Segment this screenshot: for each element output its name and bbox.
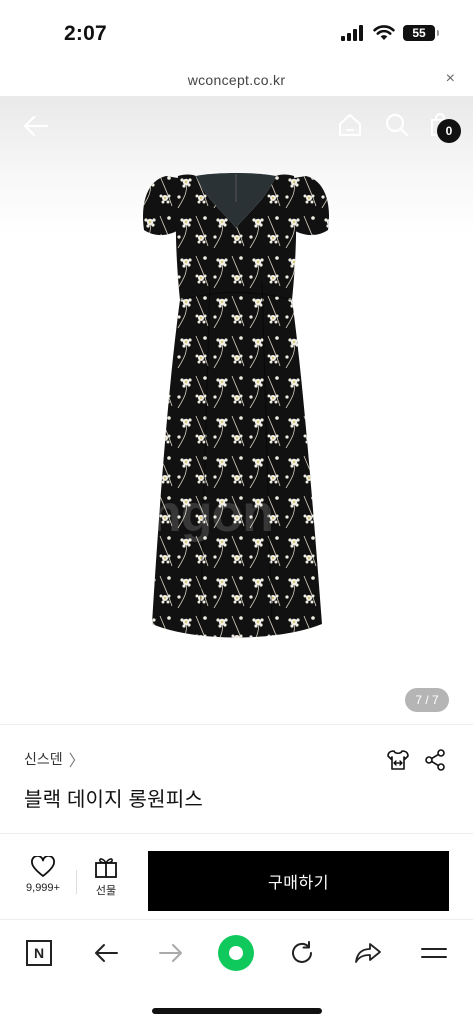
status-icons: 55 — [341, 25, 439, 41]
status-bar: 2:07 55 — [0, 0, 473, 64]
product-name: 블랙 데이지 롱원피스 — [24, 789, 203, 811]
naver-icon: N — [26, 940, 52, 966]
gift-label: 선물 — [95, 885, 117, 897]
signal-icon — [341, 25, 363, 41]
like-count: 9,999+ — [26, 882, 60, 894]
heart-icon — [31, 856, 55, 877]
url-text[interactable]: wconcept.co.kr — [0, 72, 473, 88]
brand-link[interactable]: 신스덴 〉 — [24, 747, 85, 771]
green-dot-icon — [218, 935, 254, 971]
forward-arrow-icon — [159, 944, 182, 962]
purchase-action-bar: 9,999+ 선물 구매하기 — [0, 834, 473, 920]
image-page-indicator: 7 / 7 — [405, 688, 449, 712]
url-bar[interactable]: wconcept.co.kr × — [0, 64, 473, 96]
hanger-icon — [387, 750, 409, 770]
like-button[interactable]: 9,999+ — [16, 856, 70, 904]
search-button[interactable] — [382, 110, 412, 140]
product-image-gallery[interactable]: 0 ngon 7 / 7 — [0, 96, 473, 724]
buy-button[interactable]: 구매하기 — [148, 851, 449, 911]
naver-button[interactable]: N — [21, 935, 57, 971]
battery-icon: 55 — [403, 25, 439, 41]
search-icon — [385, 113, 409, 137]
fitting-button[interactable] — [384, 746, 412, 774]
home-button[interactable] — [335, 110, 365, 140]
product-dress-image — [142, 173, 330, 638]
browser-back-button[interactable] — [88, 935, 124, 971]
reload-icon — [292, 941, 312, 963]
chevron-right-icon: 〉 — [68, 753, 85, 770]
browser-share-button[interactable] — [350, 935, 386, 971]
brand-name[interactable]: 신스덴 — [24, 749, 63, 769]
status-time: 2:07 — [64, 22, 107, 45]
watermark: ngon — [150, 485, 274, 543]
gift-button[interactable]: 선물 — [86, 856, 126, 904]
green-dot-center — [229, 946, 243, 960]
home-icon — [339, 114, 361, 136]
browser-toolbar: N — [0, 920, 473, 986]
menu-button[interactable] — [416, 935, 452, 971]
divider — [76, 870, 77, 894]
home-indicator[interactable] — [152, 1008, 322, 1014]
menu-icon — [421, 948, 447, 958]
share-icon — [425, 749, 445, 771]
browser-home-button[interactable] — [218, 935, 254, 971]
reload-button[interactable] — [284, 935, 320, 971]
browser-forward-button[interactable] — [153, 935, 189, 971]
back-arrow-icon — [23, 115, 49, 137]
back-button[interactable] — [20, 110, 52, 142]
forward-share-icon — [355, 943, 381, 963]
product-info: 신스덴 〉 블랙 데이지 롱원피스 — [0, 724, 473, 834]
back-arrow-icon — [95, 944, 118, 962]
close-icon[interactable]: × — [446, 70, 455, 88]
share-button[interactable] — [421, 746, 449, 774]
cart-count-badge[interactable]: 0 — [437, 119, 461, 143]
wifi-icon — [373, 25, 395, 40]
gift-icon — [95, 858, 117, 878]
